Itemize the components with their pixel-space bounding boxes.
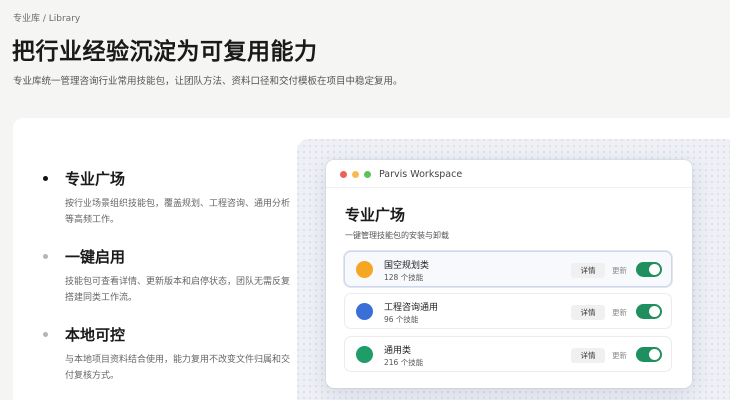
update-link[interactable]: 更新 [612, 265, 627, 276]
page-subtitle: 专业库统一管理咨询行业常用技能包，让团队方法、资料口径和交付模板在项目中稳定复用… [13, 76, 403, 87]
feature-marker [43, 332, 48, 337]
details-button[interactable]: 详情 [571, 263, 605, 278]
category-icon [356, 346, 373, 363]
close-window-button[interactable] [340, 171, 347, 178]
window-titlebar: Parvis Workspace [326, 160, 692, 188]
details-button[interactable]: 详情 [571, 348, 605, 363]
workspace-subheading: 一键管理技能包的安装与卸载 [345, 231, 449, 240]
pack-name: 通用类 [384, 346, 412, 356]
feature-marker [43, 254, 48, 259]
feature-desc: 与本地项目资料结合使用，能力复用不改变文件归属和交付复核方式。 [65, 355, 291, 381]
minimize-window-button[interactable] [352, 171, 359, 178]
skill-count: 96 个技能 [384, 315, 419, 324]
toggle-knob [649, 306, 660, 317]
workspace-window: Parvis Workspace 专业广场 一键管理技能包的安装与卸载 国空规划… [326, 160, 692, 388]
skill-pack-card[interactable]: 工程咨询通用 96 个技能 详情 更新 [344, 293, 672, 329]
skill-pack-card[interactable]: 通用类 216 个技能 详情 更新 [344, 336, 672, 372]
feature-desc: 按行业场景组织技能包，覆盖规划、工程咨询、通用分析等高频工作。 [65, 199, 291, 225]
category-icon [356, 261, 373, 278]
enable-toggle[interactable] [636, 304, 662, 319]
page-title: 把行业经验沉淀为可复用能力 [12, 39, 318, 65]
enable-toggle[interactable] [636, 347, 662, 362]
workspace-heading: 专业广场 [345, 206, 406, 224]
window-title: Parvis Workspace [379, 169, 463, 180]
zoom-window-button[interactable] [364, 171, 371, 178]
feature-title: 专业广场 [65, 170, 126, 188]
skill-count: 216 个技能 [384, 358, 424, 367]
update-link[interactable]: 更新 [612, 350, 627, 361]
pack-name: 工程咨询通用 [384, 303, 439, 313]
update-link[interactable]: 更新 [612, 307, 627, 318]
toggle-knob [649, 349, 660, 360]
skill-count: 128 个技能 [384, 273, 424, 282]
feature-marker [43, 176, 48, 181]
feature-title: 一键启用 [65, 248, 126, 266]
category-icon [356, 303, 373, 320]
details-button[interactable]: 详情 [571, 305, 605, 320]
enable-toggle[interactable] [636, 262, 662, 277]
feature-title: 本地可控 [65, 326, 126, 344]
skill-pack-card[interactable]: 国空规划类 128 个技能 详情 更新 [344, 251, 672, 287]
toggle-knob [649, 264, 660, 275]
feature-desc: 技能包可查看详情、更新版本和启停状态，团队无需反复搭建同类工作流。 [65, 277, 291, 303]
breadcrumb: 专业库 / Library [13, 14, 81, 24]
pack-name: 国空规划类 [384, 261, 430, 271]
